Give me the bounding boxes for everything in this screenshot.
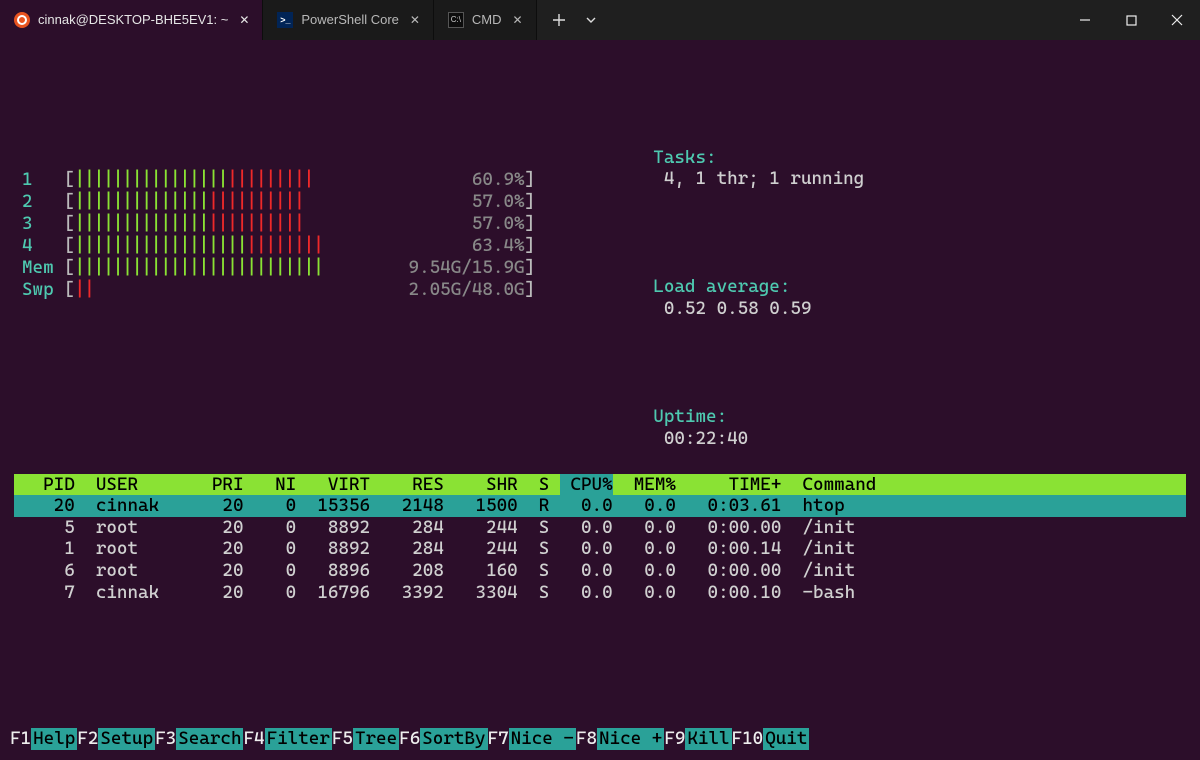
fkey-action[interactable]: Tree [353, 728, 399, 750]
close-icon[interactable]: ✕ [407, 12, 423, 28]
system-info: Tasks: 4, 1 thr; 1 running Load average:… [590, 82, 864, 514]
tasks-value: 4, 1 thr; 1 running [653, 168, 864, 189]
fkey-label: F3 [155, 728, 176, 749]
close-icon [1171, 14, 1183, 26]
tab-label: CMD [472, 12, 502, 28]
ubuntu-icon [14, 12, 30, 28]
close-icon[interactable]: ✕ [510, 12, 526, 28]
meter-bars: |||||||||||||||||||||||| [75, 191, 355, 213]
meter-value: 9.54G/15.9G [355, 257, 525, 279]
table-row[interactable]: 7 cinnak 20 0 16796 3392 3304 S 0.0 0.0 … [14, 582, 1186, 604]
fkey-action[interactable]: Quit [763, 728, 809, 750]
meter-bars: |||||||||||||||||||||||| [75, 213, 355, 235]
meter-bars: |||||||||||||||||||||||||| [75, 235, 355, 257]
fkey-action[interactable]: Search [176, 728, 243, 750]
minimize-button[interactable] [1062, 0, 1108, 40]
meter-value: 63.4% [355, 235, 525, 257]
table-row[interactable]: 6 root 20 0 8896 208 160 S 0.0 0.0 0:00.… [14, 560, 1186, 582]
tab-powershell[interactable]: >_ PowerShell Core ✕ [263, 0, 434, 40]
new-tab-button[interactable] [545, 6, 573, 34]
minimize-icon [1079, 14, 1091, 26]
meter-label: Mem [22, 257, 64, 279]
uptime-label: Uptime: [653, 406, 727, 427]
window-controls [1062, 0, 1200, 40]
close-icon[interactable]: ✕ [236, 12, 252, 28]
fkey-action[interactable]: Setup [98, 728, 155, 750]
meter-label: Swp [22, 279, 64, 301]
tab-ubuntu[interactable]: cinnak@DESKTOP-BHE5EV1: ~ ✕ [0, 0, 263, 40]
fkey-action[interactable]: SortBy [420, 728, 487, 750]
fkey-action[interactable]: Nice + [597, 728, 664, 750]
tab-label: PowerShell Core [301, 12, 399, 28]
chevron-down-icon [585, 14, 597, 26]
meter-value: 57.0% [355, 213, 525, 235]
tasks-label: Tasks: [653, 147, 716, 168]
fkey-label: F6 [399, 728, 420, 749]
fkey-action[interactable]: Filter [265, 728, 332, 750]
table-row[interactable]: 5 root 20 0 8892 284 244 S 0.0 0.0 0:00.… [14, 517, 1186, 539]
tab-label: cinnak@DESKTOP-BHE5EV1: ~ [38, 12, 228, 28]
meter-bars: |||||||||||||||||||||||||| [75, 257, 355, 279]
plus-icon [552, 13, 566, 27]
fkey-label: F5 [332, 728, 353, 749]
meter-bars: || [75, 279, 355, 301]
fkey-label: F8 [576, 728, 597, 749]
meter-value: 57.0% [355, 191, 525, 213]
fkey-label: F9 [664, 728, 685, 749]
footer-bar: F1Help F2Setup F3SearchF4FilterF5Tree F6… [0, 728, 1200, 750]
fkey-action[interactable]: Help [31, 728, 77, 750]
uptime-value: 00:22:40 [653, 428, 748, 449]
fkey-label: F2 [77, 728, 98, 749]
load-label: Load average: [653, 276, 790, 297]
fkey-label: F4 [243, 728, 264, 749]
tab-cmd[interactable]: C:\ CMD ✕ [434, 0, 537, 40]
fkey-label: F1 [10, 728, 31, 749]
newtab-area [537, 0, 613, 40]
fkey-action[interactable]: Kill [685, 728, 731, 750]
meter-label: 3 [22, 213, 64, 235]
table-row[interactable]: 1 root 20 0 8892 284 244 S 0.0 0.0 0:00.… [14, 538, 1186, 560]
close-window-button[interactable] [1154, 0, 1200, 40]
tab-dropdown-button[interactable] [577, 6, 605, 34]
meter-label: 2 [22, 191, 64, 213]
maximize-icon [1126, 15, 1137, 26]
fkey-label: F7 [488, 728, 509, 749]
maximize-button[interactable] [1108, 0, 1154, 40]
fkey-label: F10 [732, 728, 764, 749]
titlebar: cinnak@DESKTOP-BHE5EV1: ~ ✕ >_ PowerShel… [0, 0, 1200, 40]
meter-bars: ||||||||||||||||||||||||| [75, 169, 355, 191]
fkey-action[interactable]: Nice - [509, 728, 576, 750]
meter-value: 2.05G/48.0G [355, 279, 525, 301]
meter-label: 1 [22, 169, 64, 191]
cmd-icon: C:\ [448, 12, 464, 28]
powershell-icon: >_ [277, 12, 293, 28]
terminal[interactable]: 1[|||||||||||||||||||||||||60.9%]2[|||||… [0, 40, 1200, 646]
load-value: 0.52 0.58 0.59 [653, 298, 811, 319]
meter-label: 4 [22, 235, 64, 257]
meter-value: 60.9% [355, 169, 525, 191]
